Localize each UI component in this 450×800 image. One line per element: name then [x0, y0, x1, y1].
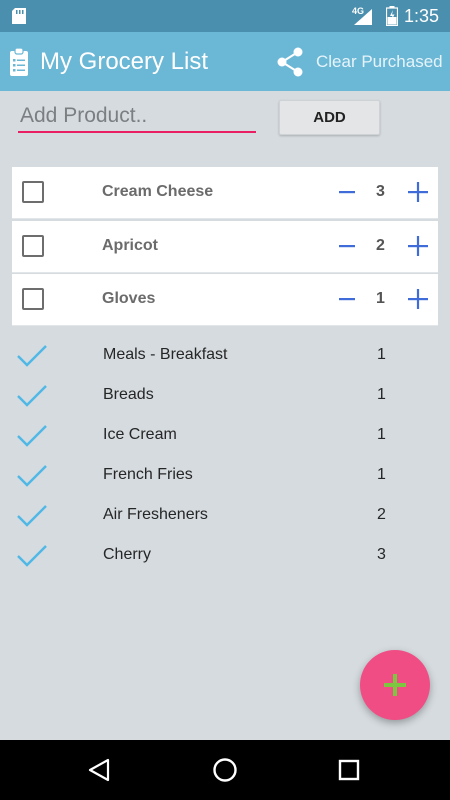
checkmark-icon: [17, 425, 47, 447]
minus-icon[interactable]: [338, 232, 356, 260]
item-name: Ice Cream: [103, 426, 177, 443]
plus-icon[interactable]: [408, 235, 428, 256]
item-name: Apricot: [102, 236, 158, 254]
item-quantity: 3: [376, 183, 385, 200]
item-quantity: 1: [377, 466, 386, 483]
app-title: My Grocery List: [40, 48, 209, 75]
checkmark-icon: [17, 345, 47, 367]
clear-purchased-button[interactable]: Clear Purchased: [316, 52, 443, 72]
battery-icon: [386, 6, 398, 26]
purchased-item[interactable]: Meals - Breakfast 1: [0, 336, 450, 376]
list-item: Apricot 2: [12, 220, 438, 273]
item-checkbox[interactable]: [22, 234, 44, 257]
minus-icon[interactable]: [338, 178, 356, 206]
purchased-item[interactable]: Breads 1: [0, 376, 450, 416]
list-item: Gloves 1: [12, 274, 438, 326]
item-quantity: 1: [376, 290, 385, 307]
item-quantity: 1: [377, 386, 386, 403]
clock: 1:35: [404, 6, 440, 26]
share-icon[interactable]: [275, 47, 305, 77]
checkmark-icon: [17, 545, 47, 567]
checkmark-icon: [17, 385, 47, 407]
item-name: Meals - Breakfast: [103, 346, 228, 363]
checkmark-icon: [17, 505, 47, 527]
plus-icon: [384, 674, 406, 696]
item-quantity: 2: [376, 236, 385, 254]
purchased-item[interactable]: Ice Cream 1: [0, 416, 450, 456]
add-product-row: ADD: [0, 91, 450, 151]
sd-card-icon: [12, 8, 26, 24]
purchased-items-list: Meals - Breakfast 1 Breads 1 Ice Cream 1…: [0, 336, 450, 576]
fab-add-button[interactable]: [360, 650, 430, 720]
purchased-item[interactable]: Air Fresheners 2: [0, 496, 450, 536]
plus-icon[interactable]: [408, 182, 428, 202]
minus-icon[interactable]: [338, 285, 356, 313]
status-bar: 4G 1:35: [0, 0, 450, 32]
item-name: Breads: [103, 386, 154, 403]
add-button[interactable]: ADD: [279, 100, 380, 135]
plus-icon[interactable]: [408, 289, 428, 309]
item-checkbox[interactable]: [22, 181, 44, 203]
checkmark-icon: [17, 465, 47, 487]
back-icon[interactable]: [88, 758, 110, 782]
app-bar: My Grocery List Clear Purchased: [0, 32, 450, 91]
item-name: Gloves: [102, 290, 156, 307]
item-name: Cream Cheese: [102, 183, 214, 200]
list-item: Cream Cheese 3: [12, 167, 438, 219]
item-quantity: 1: [377, 426, 386, 443]
recent-apps-icon[interactable]: [338, 759, 360, 781]
item-quantity: 1: [377, 346, 386, 363]
item-quantity: 2: [377, 506, 386, 523]
navigation-bar: [0, 740, 450, 800]
home-icon[interactable]: [212, 757, 238, 783]
purchased-item[interactable]: French Fries 1: [0, 456, 450, 496]
active-items-list: Cream Cheese 3 Apricot 2 Gloves 1: [12, 167, 438, 328]
clipboard-list-icon: [10, 48, 28, 76]
item-name: French Fries: [103, 466, 193, 483]
item-name: Air Fresheners: [103, 506, 208, 523]
item-quantity: 3: [377, 546, 386, 563]
add-product-input[interactable]: [18, 101, 256, 133]
item-name: Cherry: [103, 546, 152, 563]
item-checkbox[interactable]: [22, 288, 44, 310]
signal-icon: [354, 9, 372, 25]
purchased-item[interactable]: Cherry 3: [0, 536, 450, 576]
